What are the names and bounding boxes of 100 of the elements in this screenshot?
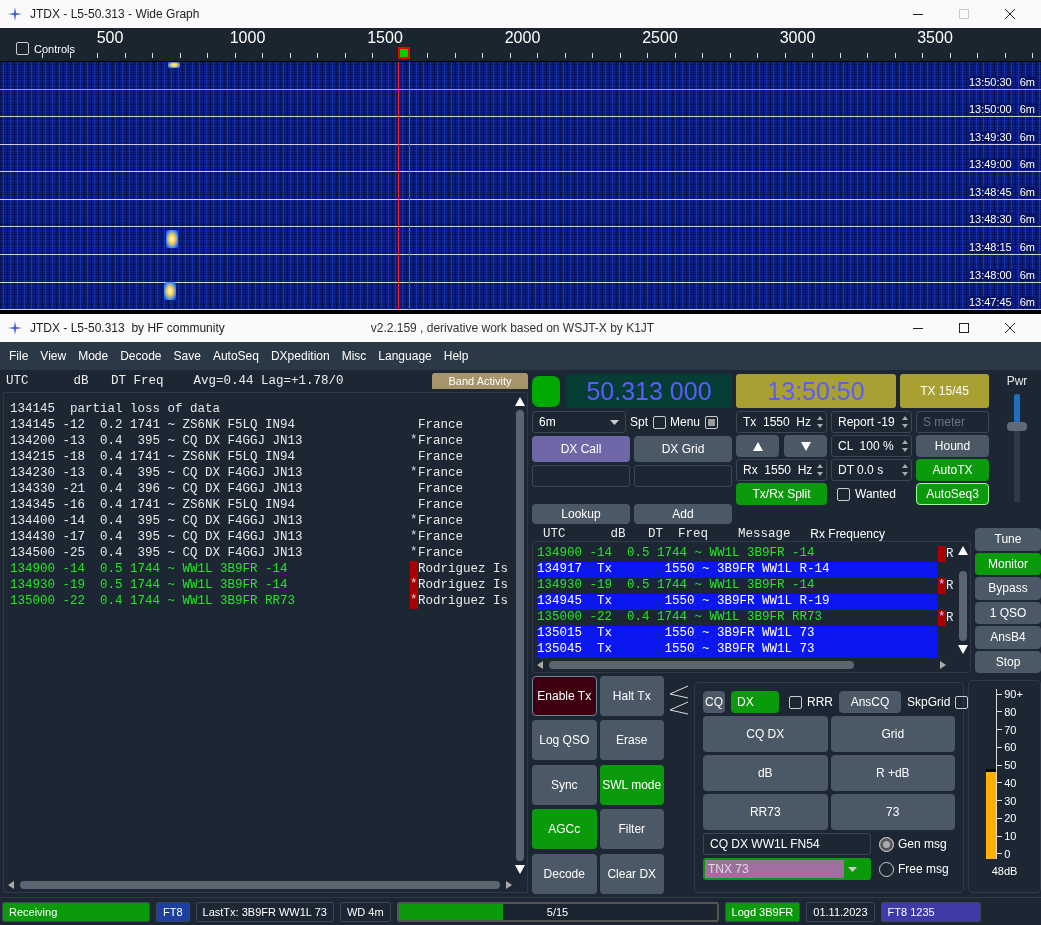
menu-item[interactable]: Save [167, 342, 207, 370]
menu-item[interactable]: Help [437, 342, 475, 370]
skip-grid-checkbox[interactable]: SkpGrid [907, 695, 969, 709]
menu-item[interactable]: Language [372, 342, 438, 370]
side-button[interactable]: Bypass [975, 577, 1041, 600]
decode-line[interactable]: 134900 -14 0.5 1744 ~ WW1L 3B9FR -14 [537, 546, 938, 562]
scrollbar-thumb[interactable] [959, 571, 967, 641]
scrollbar-thumb[interactable] [516, 410, 524, 861]
country-name: France [418, 530, 463, 544]
rrr-checkbox[interactable]: RRR [789, 695, 833, 709]
action-button[interactable]: Filter [599, 809, 664, 850]
down-button[interactable] [784, 435, 827, 457]
decode-line[interactable]: 135000 -22 0.4 1744 ~ WW1L 3B9FR RR73 [10, 594, 410, 608]
right-arrow-icon[interactable] [940, 661, 946, 669]
report-spinbox[interactable]: Report -19 [831, 411, 912, 433]
action-button[interactable]: Clear DX [599, 853, 664, 894]
message-radio[interactable]: Gen msg [879, 836, 955, 852]
autotx-button[interactable]: AutoTX [916, 459, 989, 481]
decode-line[interactable]: 134145 -12 0.2 1741 ~ ZS6NK F5LQ IN94 [10, 418, 410, 432]
dx-call-field[interactable] [532, 465, 630, 487]
country-name: France [418, 434, 463, 448]
hound-button[interactable]: Hound [916, 435, 989, 457]
message-field[interactable]: CQ DX WW1L FN54 [703, 833, 871, 855]
dx-call-button[interactable]: DX Call [532, 436, 630, 462]
menu-item[interactable]: Misc [335, 342, 373, 370]
time-label: 13:48:30 [968, 213, 1012, 226]
scrollbar-thumb[interactable] [20, 881, 500, 889]
autoseq-button[interactable]: AutoSeq3 [916, 483, 989, 505]
dx-grid-field[interactable] [634, 465, 732, 487]
anscq-button[interactable]: AnsCQ [839, 691, 901, 713]
menu-item[interactable]: Mode [72, 342, 115, 370]
dx-button[interactable]: DX [731, 691, 779, 713]
time-label: 13:50:00 [968, 103, 1012, 116]
action-button[interactable]: Decode [532, 853, 597, 894]
spot-checkbox[interactable]: Spt [630, 415, 666, 429]
dx-grid-button[interactable]: DX Grid [634, 436, 732, 462]
s-meter-field[interactable]: S meter [916, 411, 989, 433]
left-arrow-icon[interactable] [537, 661, 543, 669]
add-button[interactable]: Add [634, 504, 732, 524]
app-logo-icon [8, 7, 22, 21]
action-button[interactable]: Erase [599, 720, 664, 761]
side-button[interactable]: AnsB4 [975, 626, 1041, 649]
menu-item[interactable]: Decode [114, 342, 168, 370]
side-button[interactable]: 1 QSO [975, 601, 1041, 624]
decode-line[interactable]: 134145 partial loss of data [10, 402, 410, 416]
slider-thumb[interactable] [1007, 422, 1027, 432]
lookup-button[interactable]: Lookup [532, 504, 630, 524]
menu-item[interactable]: AutoSeq [206, 342, 265, 370]
decode-line[interactable]: 134930 -19 0.5 1744 ~ WW1L 3B9FR -14 [10, 578, 410, 592]
controls-checkbox[interactable]: Controls [16, 42, 75, 55]
left-arrow-icon[interactable] [8, 881, 14, 889]
decode-line[interactable]: 134345 -16 0.4 1741 ~ ZS6NK F5LQ IN94 [10, 498, 410, 512]
message-button[interactable]: dB [703, 755, 828, 791]
decode-line[interactable]: 135000 -22 0.4 1744 ~ WW1L 3B9FR RR73 [537, 610, 938, 626]
decode-line[interactable]: 134200 -13 0.4 395 ~ CQ DX F4GGJ JN13 [10, 434, 410, 448]
menu-item[interactable]: DXpedition [264, 342, 336, 370]
band-dropdown[interactable]: 6m [532, 411, 626, 433]
message-button[interactable]: CQ DX [703, 716, 828, 752]
action-button[interactable]: Halt Tx [599, 676, 664, 716]
message-button[interactable]: R +dB [830, 755, 955, 791]
message-button[interactable]: 73 [830, 794, 955, 830]
decode-line[interactable]: 134930 -19 0.5 1744 ~ WW1L 3B9FR -14 [537, 578, 938, 594]
message-button[interactable]: RR73 [703, 794, 828, 830]
right-arrow-icon[interactable] [506, 881, 512, 889]
decode-line[interactable]: 134330 -21 0.4 396 ~ CQ DX F4GGJ JN13 [10, 482, 410, 496]
decode-line[interactable]: 134400 -14 0.4 395 ~ CQ DX F4GGJ JN13 [10, 514, 410, 528]
decode-line[interactable]: 134230 -13 0.4 395 ~ CQ DX F4GGJ JN13 [10, 466, 410, 480]
dt-spinbox[interactable]: DT 0.0 s [831, 459, 912, 481]
minimize-icon [913, 327, 923, 329]
action-button[interactable]: AGCc [532, 809, 597, 850]
cq-button[interactable]: CQ [703, 691, 725, 713]
side-button[interactable]: Stop [975, 650, 1041, 673]
rx-frequency-spinbox[interactable]: Rx 1550 Hz [736, 459, 827, 481]
up-button[interactable] [736, 435, 779, 457]
scrollbar-thumb[interactable] [549, 661, 854, 669]
message-radio[interactable]: Free msg [879, 861, 955, 877]
decode-line[interactable]: 134215 -18 0.4 1741 ~ ZS6NK F5LQ IN94 [10, 450, 410, 464]
menu-item[interactable]: File [3, 342, 35, 370]
scale-label: 3000 [779, 29, 816, 47]
cl-spinbox[interactable]: CL 100 % [831, 435, 912, 457]
message-button[interactable]: Grid [830, 716, 955, 752]
country-name: Rodriguez Is [418, 594, 508, 608]
action-button[interactable]: SWL mode [599, 764, 664, 805]
split-button[interactable]: Tx/Rx Split [736, 483, 827, 505]
menu-checkbox[interactable]: Menu [670, 415, 719, 429]
scale-label: 40 [1003, 777, 1017, 788]
decode-line[interactable]: 134500 -25 0.4 395 ~ CQ DX F4GGJ JN13 [10, 546, 410, 560]
side-button[interactable]: Tune [975, 528, 1041, 551]
country-name: France [418, 418, 463, 432]
status-field: Receiving [2, 901, 150, 922]
action-button[interactable]: Enable Tx [532, 676, 597, 716]
tx-frequency-spinbox[interactable]: Tx 1550 Hz [736, 411, 827, 433]
wanted-checkbox[interactable]: Wanted [831, 483, 912, 505]
action-button[interactable]: Log QSO [532, 720, 597, 761]
action-button[interactable]: Sync [532, 764, 597, 805]
side-button[interactable]: Monitor [975, 552, 1041, 575]
menu-item[interactable]: View [34, 342, 73, 370]
decode-line[interactable]: 134900 -14 0.5 1744 ~ WW1L 3B9FR -14 [10, 562, 410, 576]
window-title: JTDX - L5-50.313 by HF community [30, 321, 225, 335]
decode-line[interactable]: 134430 -17 0.4 395 ~ CQ DX F4GGJ JN13 [10, 530, 410, 544]
